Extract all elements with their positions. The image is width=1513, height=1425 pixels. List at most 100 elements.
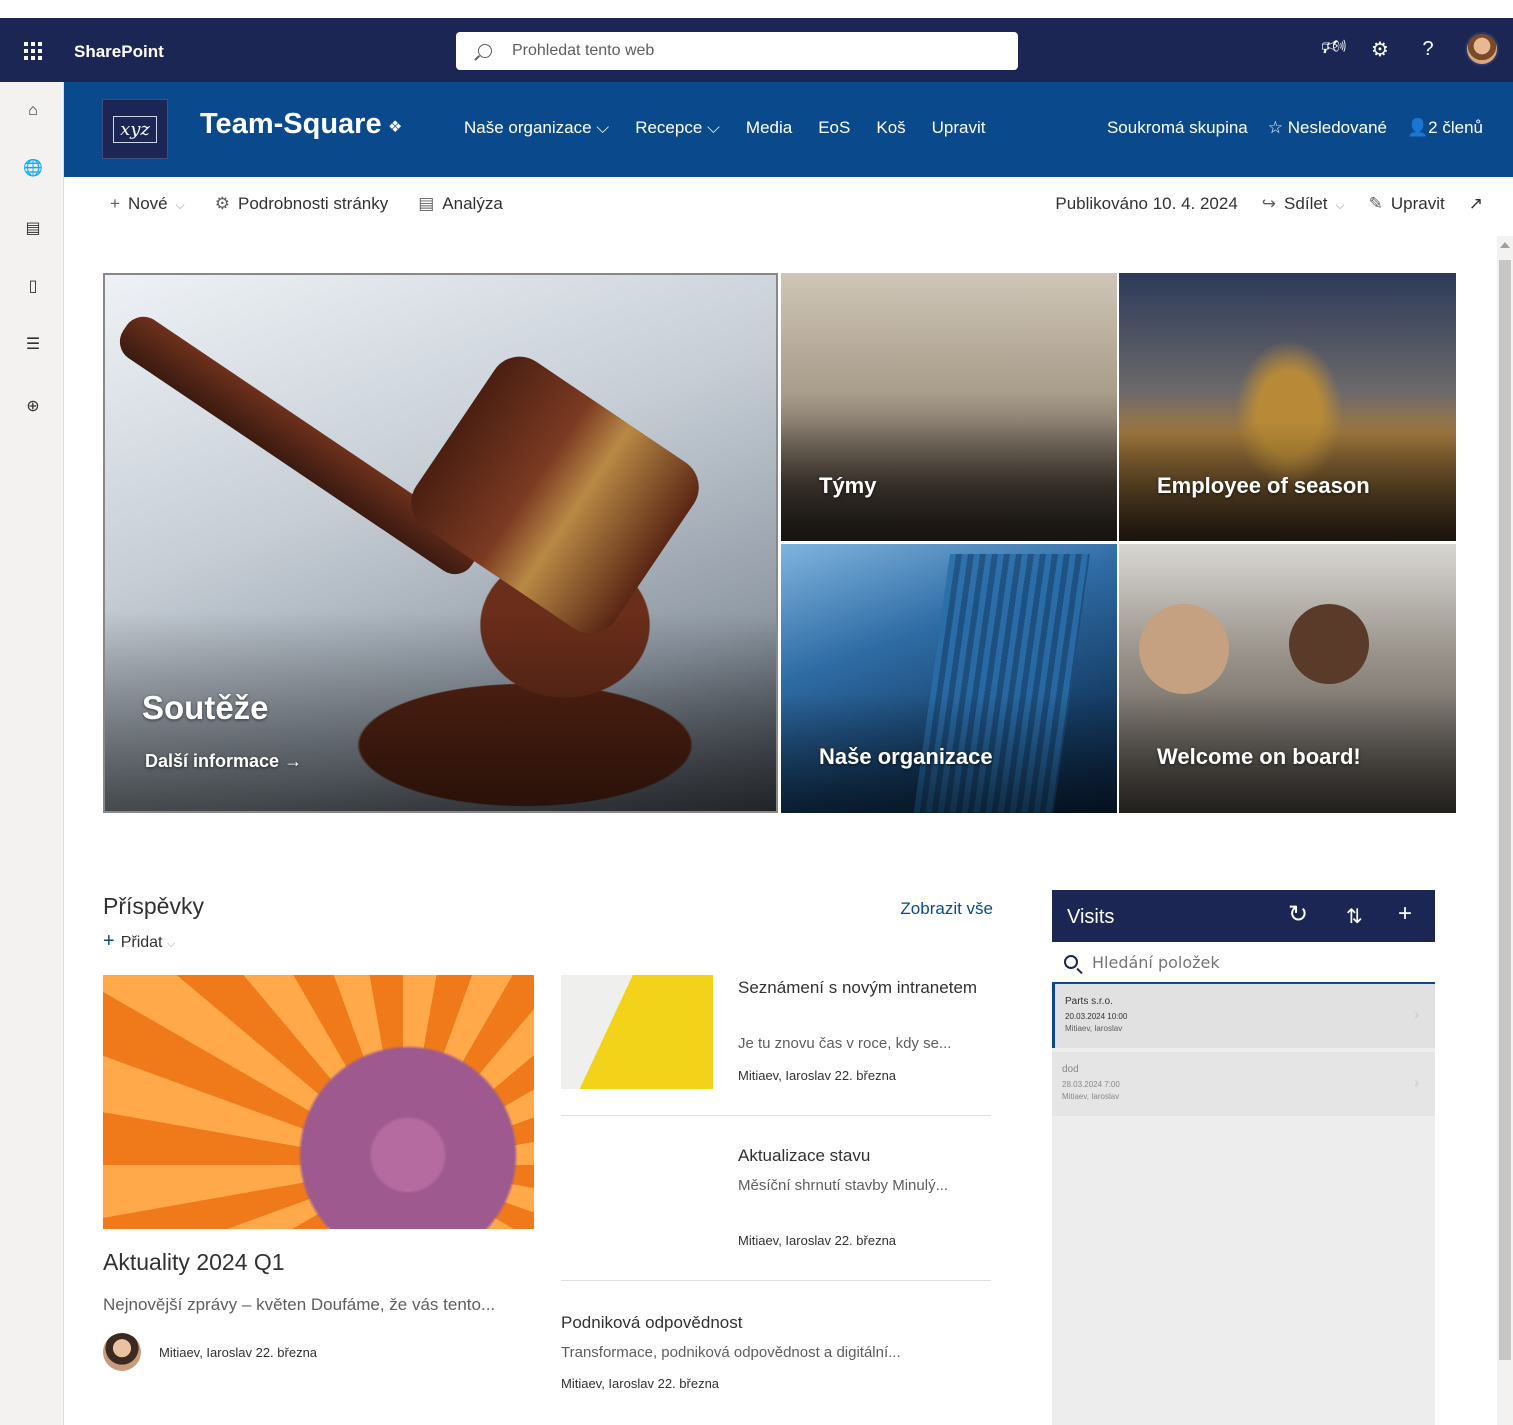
- add-news-button[interactable]: + Přidat ⌵: [103, 930, 993, 953]
- visits-search[interactable]: [1052, 942, 1435, 984]
- person-icon: 👤: [1407, 118, 1429, 137]
- hero-main-title: Soutěže: [142, 689, 269, 726]
- nav-item-recepce[interactable]: Recepce ⌵: [635, 118, 720, 138]
- news-icon[interactable]: ▤: [22, 218, 44, 240]
- news-item-desc: Měsíční shrnutí stavby Minulý...: [738, 1177, 949, 1194]
- add-icon[interactable]: +: [1398, 900, 1412, 928]
- featured-news-title[interactable]: Aktuality 2024 Q1: [103, 1249, 285, 1276]
- news-item-title[interactable]: Aktualizace stavu: [738, 1143, 988, 1168]
- share-icon: ↪: [1261, 194, 1277, 213]
- megaphone-icon[interactable]: 🕬: [1321, 32, 1347, 66]
- page-details-button[interactable]: ⚙ Podrobnosti stránky: [215, 194, 389, 214]
- site-logo[interactable]: xyz: [102, 99, 168, 159]
- news-title: Příspěvky: [103, 893, 204, 919]
- expand-icon[interactable]: ↗: [1469, 194, 1483, 214]
- sort-icon[interactable]: ⇅: [1346, 904, 1363, 929]
- news-item[interactable]: Seznámení s novým intranetem Je tu znovu…: [561, 975, 993, 1089]
- news-item-title[interactable]: Podniková odpovědnost: [561, 1310, 811, 1335]
- news-item-desc: Transformace, podniková odpovědnost a di…: [561, 1344, 901, 1361]
- news-thumbnail: [561, 975, 713, 1089]
- search-icon: [478, 44, 492, 58]
- analytics-button[interactable]: ▤ Analýza: [418, 194, 503, 214]
- page-scrollbar[interactable]: [1497, 236, 1513, 1425]
- divider: [561, 1115, 991, 1116]
- home-icon[interactable]: ⌂: [22, 100, 44, 122]
- globe-icon[interactable]: 🌐: [22, 158, 44, 180]
- site-title[interactable]: Team-Square: [200, 108, 382, 141]
- hero-more-link[interactable]: Další informace →: [145, 751, 302, 772]
- featured-news-desc: Nejnovější zprávy – květen Doufáme, že v…: [103, 1295, 496, 1314]
- nav-item-media[interactable]: Media: [746, 118, 792, 138]
- news-item[interactable]: Podniková odpovědnost Transformace, podn…: [561, 1310, 993, 1391]
- news-item-desc: Je tu znovu čas v roce, kdy se...: [738, 1035, 952, 1052]
- app-launcher-icon[interactable]: [18, 36, 48, 66]
- file-icon[interactable]: ▯: [22, 276, 44, 298]
- hero-tile-label: Týmy: [819, 473, 877, 498]
- add-circle-icon[interactable]: ⊕: [22, 396, 44, 418]
- hero-tile-label: Naše organizace: [819, 744, 993, 769]
- refresh-icon[interactable]: ↻: [1288, 900, 1308, 929]
- visits-title: Visits: [1067, 906, 1115, 928]
- app-name[interactable]: SharePoint: [74, 42, 164, 62]
- news-item-meta: Mitiaev, Iaroslav 22. března: [738, 1068, 897, 1083]
- visit-datetime: 20.03.2024 10:00: [1065, 1012, 1128, 1021]
- divider: [561, 1280, 991, 1281]
- gear-icon: ⚙: [214, 194, 230, 213]
- visit-person: Mitiaev, Iaroslav: [1062, 1092, 1120, 1101]
- left-rail: ⌂ 🌐 ▤ ▯ ☰ ⊕: [0, 82, 64, 1425]
- suite-bar: SharePoint Prohledat tento web 🕬 ⚙ ?: [0, 18, 1513, 82]
- featured-news-meta: Mitiaev, Iaroslav 22. března: [103, 1333, 317, 1371]
- scroll-up-arrow-icon[interactable]: [1500, 242, 1510, 248]
- nav-item-eos[interactable]: EoS: [818, 118, 850, 138]
- hero-tile-welcome[interactable]: Welcome on board!: [1119, 544, 1456, 813]
- chevron-down-icon: ⌵: [175, 198, 185, 212]
- lists-icon[interactable]: ☰: [22, 334, 44, 356]
- help-icon[interactable]: ?: [1417, 38, 1439, 61]
- nav-item-kos[interactable]: Koš: [876, 118, 905, 138]
- news-item-title[interactable]: Seznámení s novým intranetem: [738, 975, 988, 1000]
- see-all-link[interactable]: Zobrazit vše: [900, 899, 993, 919]
- site-search-placeholder[interactable]: Prohledat tento web: [512, 42, 654, 60]
- chevron-right-icon: ›: [1414, 1074, 1419, 1090]
- hero-tile-organizace[interactable]: Naše organizace: [781, 544, 1117, 813]
- new-button[interactable]: + Nové ⌵: [110, 194, 185, 214]
- visits-header: Visits ↻ ⇅ +: [1052, 890, 1435, 942]
- chevron-down-icon: ⌵: [1335, 198, 1345, 212]
- news-date: 22. března: [255, 1344, 318, 1360]
- teams-icon[interactable]: ❖: [388, 117, 402, 137]
- hero-tile-employee[interactable]: Employee of season: [1119, 273, 1456, 541]
- site-navigation: Naše organizace ⌵ Recepce ⌵ Media EoS Ko…: [464, 118, 986, 138]
- nav-item-nase-organizace[interactable]: Naše organizace ⌵: [464, 118, 609, 138]
- site-meta: Soukromá skupina ☆ Nesledované 👤2 členů: [1107, 118, 1483, 138]
- news-item-meta: Mitiaev, Iaroslav 22. března: [738, 1233, 897, 1248]
- chevron-down-icon: ⌵: [166, 938, 176, 950]
- visits-search-input[interactable]: [1092, 952, 1392, 972]
- news-item[interactable]: Aktualizace stavu Měsíční shrnutí stavby…: [561, 1143, 993, 1257]
- site-search-box[interactable]: Prohledat tento web: [456, 32, 1018, 70]
- follow-button[interactable]: ☆ Nesledované: [1268, 118, 1387, 138]
- visits-panel: Visits ↻ ⇅ + Parts s.r.o. 20.03.2024 10:…: [1052, 890, 1435, 1425]
- avatar[interactable]: [1465, 32, 1499, 66]
- add-icon: +: [103, 930, 115, 952]
- visit-item[interactable]: dod 28.03.2024 7:00 Mitiaev, Iaroslav ›: [1052, 1052, 1435, 1116]
- analytics-icon: ▤: [418, 194, 435, 213]
- window-top-strip: [0, 0, 1513, 18]
- scroll-thumb[interactable]: [1499, 260, 1511, 1360]
- news-thumbnail: [561, 1143, 713, 1257]
- nav-item-upravit[interactable]: Upravit: [932, 118, 986, 138]
- pencil-icon: ✎: [1368, 194, 1383, 213]
- edit-button[interactable]: ✎ Upravit: [1369, 194, 1445, 214]
- visit-item[interactable]: Parts s.r.o. 20.03.2024 10:00 Mitiaev, I…: [1052, 984, 1435, 1048]
- command-bar: + Nové ⌵ ⚙ Podrobnosti stránky ▤ Analýza Pub…: [64, 177, 1513, 233]
- hero-tile-tymy[interactable]: Týmy: [781, 273, 1117, 541]
- share-button[interactable]: ↪ Sdílet ⌵: [1262, 194, 1345, 214]
- gear-icon[interactable]: ⚙: [1369, 37, 1391, 62]
- members-button[interactable]: 👤2 členů: [1407, 118, 1483, 138]
- suite-actions: 🕬 ⚙ ?: [1321, 32, 1499, 66]
- published-status: Publikováno 10. 4. 2024: [1055, 194, 1238, 213]
- news-section: Příspěvky Zobrazit vše + Přidat ⌵ Aktuali…: [103, 893, 993, 1391]
- featured-news-image[interactable]: [103, 975, 534, 1229]
- hero-tile-soutez[interactable]: Soutěže Další informace →: [103, 273, 778, 813]
- visit-datetime: 28.03.2024 7:00: [1062, 1080, 1120, 1089]
- hero-tile-label: Employee of season: [1157, 473, 1370, 498]
